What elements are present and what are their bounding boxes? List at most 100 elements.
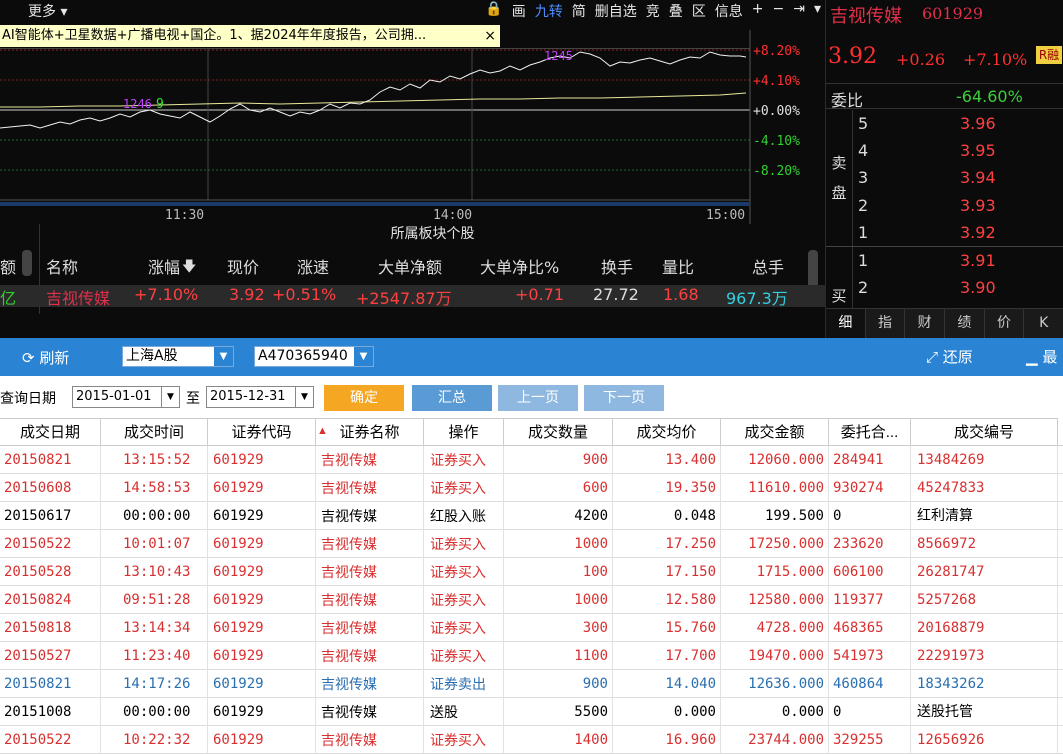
refresh-button[interactable]: ⟳ 刷新 <box>22 347 69 368</box>
sector-row[interactable]: 亿 吉视传媒 +7.10% 3.92 +0.51% +2547.87万 +0.7… <box>0 285 825 308</box>
col-turnover[interactable]: 换手 <box>601 254 633 278</box>
cell-c: 601929 <box>208 474 316 502</box>
summary-button[interactable]: 汇总 <box>412 385 492 411</box>
account-value: A470365940 <box>258 348 348 364</box>
table-row[interactable]: 20150821 14:17:26 601929 吉视传媒 证券卖出 900 14.040 1… <box>0 670 1063 698</box>
buy-level: 1 3.91 <box>854 247 1063 274</box>
table-row[interactable]: 20150522 10:01:07 601929 吉视传媒 证券买入 1000 17.250… <box>0 530 1063 558</box>
sell-level: 1 3.92 <box>854 219 1063 246</box>
tab-detail[interactable]: 细 <box>826 309 866 338</box>
market-panel: 更多 ▾ 🔒 画 九转 简 删自选 竞 叠 区 信息 + − ⇥ ▾ AI智能体… <box>0 0 1063 338</box>
col-price[interactable]: 现价 <box>227 254 259 278</box>
th-op[interactable]: 操作 <box>424 418 504 446</box>
quote-tabs: 细 指 财 绩 价 K <box>826 308 1063 338</box>
col-ratio[interactable]: 大单净比% <box>480 254 559 278</box>
table-row[interactable]: 20150528 13:10:43 601929 吉视传媒 证券买入 100 17.150 1… <box>0 558 1063 586</box>
sell-level: 2 3.93 <box>854 192 1063 219</box>
refresh-icon: ⟳ <box>22 349 35 367</box>
tab-performance[interactable]: 绩 <box>945 309 985 338</box>
maximize-label: 最 <box>1042 348 1058 366</box>
sort-desc-icon[interactable]: 🡇 <box>182 256 196 280</box>
table-row[interactable]: 20151008 00:00:00 601929 吉视传媒 送股 5500 0.000 0.0… <box>0 698 1063 726</box>
start-date-picker[interactable]: 2015-01-01 ▼ <box>72 386 180 408</box>
restore-button[interactable]: ⤢ 还原 <box>926 346 973 367</box>
row-total: 967.3万 <box>726 289 788 308</box>
cell-c: 601929 <box>208 614 316 642</box>
buy-level: 2 3.90 <box>854 274 1063 301</box>
th-time[interactable]: 成交时间 <box>101 418 208 446</box>
quote-panel: 吉视传媒 601929 3.92 +0.26 +7.10% R融 委比 -64.… <box>825 0 1063 338</box>
th-amount[interactable]: 成交金额 <box>721 418 829 446</box>
market-value: 上海A股 <box>126 348 178 364</box>
cell-t: 14:17:26 <box>101 670 208 698</box>
query-bar: 查询日期 2015-01-01 ▼ 至 2015-12-31 ▼ 确定 汇总 上一页… <box>0 376 1063 418</box>
col-total[interactable]: 总手 <box>752 254 784 278</box>
cell-no: 18343262 <box>911 670 1058 698</box>
cell-q: 1000 <box>504 586 613 614</box>
account-select[interactable]: A470365940 ▼ <box>254 346 374 367</box>
level-price: 3.94 <box>960 168 996 187</box>
table-row[interactable]: 20150522 10:22:32 601929 吉视传媒 证券买入 1400 16.960… <box>0 726 1063 754</box>
chevron-down-icon[interactable]: ▼ <box>353 347 373 366</box>
col-vol-ratio[interactable]: 量比 <box>662 254 694 278</box>
col-pct[interactable]: 涨幅 <box>148 254 180 278</box>
next-page-button[interactable]: 下一页 <box>584 385 664 411</box>
th-name[interactable]: ▲ 证券名称 <box>316 418 424 446</box>
cell-op: 证券买入 <box>424 586 504 614</box>
table-row[interactable]: 20150821 13:15:52 601929 吉视传媒 证券买入 900 13.400 1… <box>0 446 1063 474</box>
cell-d: 20150617 <box>0 502 101 530</box>
to-label: 至 <box>186 391 200 407</box>
th-order[interactable]: 委托合... <box>829 418 911 446</box>
cell-q: 100 <box>504 558 613 586</box>
th-code[interactable]: 证券代码 <box>208 418 316 446</box>
table-row[interactable]: 20150617 00:00:00 601929 吉视传媒 红股入账 4200 0.048 1… <box>0 502 1063 530</box>
chevron-down-icon[interactable]: ▼ <box>213 347 233 366</box>
th-dealno[interactable]: 成交编号 <box>911 418 1058 446</box>
cell-w: 233620 <box>829 530 911 558</box>
left-col-value: 亿 <box>0 289 17 308</box>
th-qty[interactable]: 成交数量 <box>504 418 613 446</box>
tab-index[interactable]: 指 <box>866 309 906 338</box>
row-vol-ratio: 1.68 <box>663 285 699 304</box>
table-row[interactable]: 20150824 09:51:28 601929 吉视传媒 证券买入 1000 12.580… <box>0 586 1063 614</box>
cell-t: 00:00:00 <box>101 698 208 726</box>
y-label-3: +0.00% <box>753 104 800 119</box>
table-row[interactable]: 20150608 14:58:53 601929 吉视传媒 证券买入 600 19.350 1… <box>0 474 1063 502</box>
confirm-button[interactable]: 确定 <box>324 385 404 411</box>
col-name[interactable]: 名称 <box>46 254 78 278</box>
tab-price[interactable]: 价 <box>985 309 1025 338</box>
margin-badge[interactable]: R融 <box>1036 46 1062 64</box>
market-select[interactable]: 上海A股 ▼ <box>122 346 234 367</box>
chevron-down-icon[interactable]: ▼ <box>161 387 179 407</box>
table-row[interactable]: 20150527 11:23:40 601929 吉视传媒 证券买入 1100 17.700… <box>0 642 1063 670</box>
col-speed[interactable]: 涨速 <box>297 254 329 278</box>
y-label-2: +4.10% <box>753 74 800 89</box>
maximize-button[interactable]: ▁ 最 <box>1026 346 1057 367</box>
cell-q: 4200 <box>504 502 613 530</box>
scroll-thumb-left[interactable] <box>22 250 32 276</box>
scroll-thumb-right[interactable] <box>808 250 818 288</box>
y-label-4: -4.10% <box>753 134 800 149</box>
end-date-picker[interactable]: 2015-12-31 ▼ <box>206 386 314 408</box>
cell-amt: 0.000 <box>721 698 829 726</box>
col-net[interactable]: 大单净额 <box>378 254 442 278</box>
th-name-label: 证券名称 <box>339 424 400 441</box>
refresh-label: 刷新 <box>39 349 70 367</box>
cell-q: 1100 <box>504 642 613 670</box>
tab-finance[interactable]: 财 <box>905 309 946 338</box>
cell-amt: 12580.000 <box>721 586 829 614</box>
prev-page-button[interactable]: 上一页 <box>498 385 578 411</box>
cell-op: 证券买入 <box>424 530 504 558</box>
cell-c: 601929 <box>208 642 316 670</box>
cell-n: 吉视传媒 <box>316 446 424 474</box>
cell-w: 460864 <box>829 670 911 698</box>
cell-w: 0 <box>829 698 911 726</box>
th-date[interactable]: 成交日期 <box>0 418 101 446</box>
cell-op: 证券买入 <box>424 558 504 586</box>
level-price: 3.90 <box>960 278 996 297</box>
th-avg[interactable]: 成交均价 <box>613 418 721 446</box>
chevron-down-icon[interactable]: ▼ <box>295 387 313 407</box>
cell-avg: 13.400 <box>613 446 721 474</box>
table-row[interactable]: 20150818 13:14:34 601929 吉视传媒 证券买入 300 15.760 4… <box>0 614 1063 642</box>
tab-kline[interactable]: K <box>1024 309 1063 338</box>
